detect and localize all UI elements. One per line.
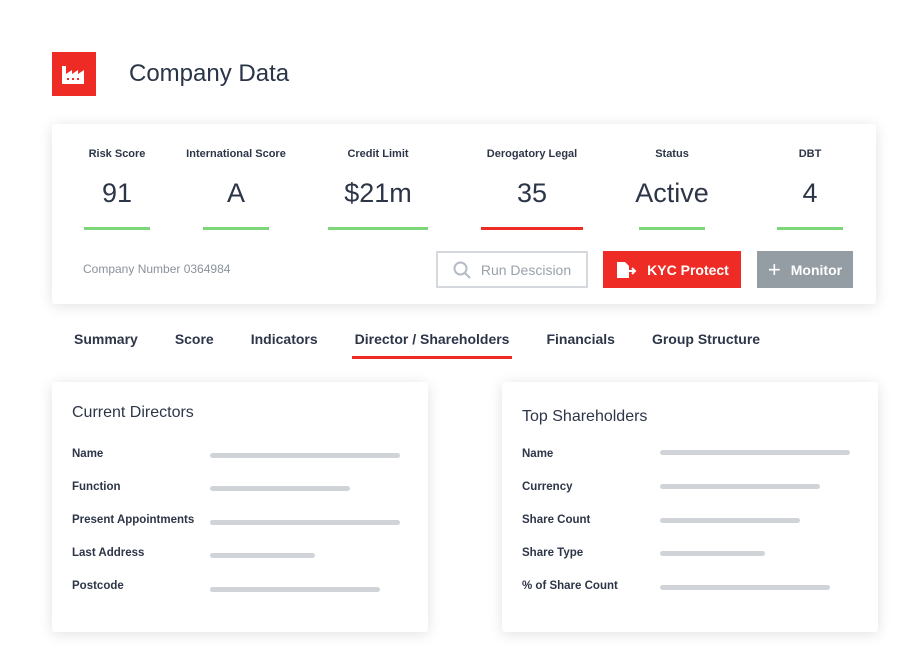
metric-dbt: DBT 4 <box>774 148 846 230</box>
button-label: KYC Protect <box>647 261 729 278</box>
metric-label: International Score <box>186 148 286 160</box>
placeholder-line <box>660 551 765 556</box>
metric-value: A <box>226 178 245 208</box>
tab-summary[interactable]: Summary <box>74 331 138 347</box>
search-icon <box>453 261 471 279</box>
kyc-protect-button[interactable]: KYC Protect <box>603 251 741 288</box>
metric-bar <box>481 227 583 230</box>
metric-international-score: International Score A <box>182 148 290 230</box>
placeholder-line <box>660 450 850 455</box>
factory-icon <box>62 66 84 84</box>
tab-director-shareholders[interactable]: Director / Shareholders <box>351 331 513 359</box>
tab-bar: Summary Score Indicators Director / Shar… <box>74 331 797 359</box>
field-label: Share Count <box>522 514 591 526</box>
tab-financials[interactable]: Financials <box>546 331 614 347</box>
page-title: Company Data <box>129 60 290 87</box>
placeholder-line <box>210 520 400 525</box>
metric-risk-score: Risk Score 91 <box>78 148 156 230</box>
placeholder-line <box>210 587 380 592</box>
placeholder-line <box>660 585 830 590</box>
placeholder-line <box>660 484 820 489</box>
metric-bar <box>84 227 150 230</box>
field-label: % of Share Count <box>522 580 618 592</box>
metric-value: 35 <box>516 178 548 208</box>
placeholder-line <box>210 453 400 458</box>
metric-label: Derogatory Legal <box>486 148 578 160</box>
field-label: Function <box>72 481 121 493</box>
top-shareholders-panel: Top Shareholders Name Currency Share Cou… <box>502 382 878 632</box>
current-directors-panel: Current Directors Name Function Present … <box>52 382 428 632</box>
metric-bar <box>203 227 269 230</box>
monitor-button[interactable]: + Monitor <box>757 251 853 288</box>
field-label: Present Appointments <box>72 514 195 526</box>
metric-derogatory-legal: Derogatory Legal 35 <box>478 148 586 230</box>
tab-indicators[interactable]: Indicators <box>251 331 318 347</box>
field-label: Last Address <box>72 547 145 559</box>
metric-label: DBT <box>798 148 822 160</box>
placeholder-line <box>660 518 800 523</box>
plus-icon: + <box>767 256 781 282</box>
placeholder-line <box>210 486 350 491</box>
field-label: Currency <box>522 481 573 493</box>
metric-value: 91 <box>101 178 133 208</box>
run-decision-button[interactable]: Run Descision <box>436 251 588 288</box>
summary-card: Risk Score 91 International Score A Credit… <box>52 124 876 304</box>
button-label: Monitor <box>790 261 843 278</box>
field-label: Name <box>522 448 554 460</box>
document-export-icon <box>617 261 637 278</box>
panel-title: Current Directors <box>72 404 194 421</box>
metric-value: $21m <box>344 178 412 208</box>
metric-credit-limit: Credit Limit $21m <box>328 148 428 230</box>
placeholder-line <box>210 553 315 558</box>
metric-status: Status Active <box>630 148 714 230</box>
metric-label: Status <box>655 148 689 160</box>
metric-bar <box>639 227 705 230</box>
metric-label: Credit Limit <box>347 148 409 160</box>
metric-value: Active <box>635 178 709 208</box>
metric-bar <box>777 227 843 230</box>
factory-logo <box>52 52 96 96</box>
field-label: Name <box>72 448 104 460</box>
tab-group-structure[interactable]: Group Structure <box>652 331 760 347</box>
button-label: Run Descision <box>480 261 572 278</box>
company-number: Company Number 0364984 <box>83 262 231 276</box>
metric-value: 4 <box>802 178 818 208</box>
metric-bar <box>328 227 428 230</box>
field-label: Share Type <box>522 547 584 559</box>
panel-title: Top Shareholders <box>522 408 648 425</box>
tab-score[interactable]: Score <box>175 331 214 347</box>
metric-label: Risk Score <box>88 148 146 160</box>
field-label: Postcode <box>72 580 124 592</box>
